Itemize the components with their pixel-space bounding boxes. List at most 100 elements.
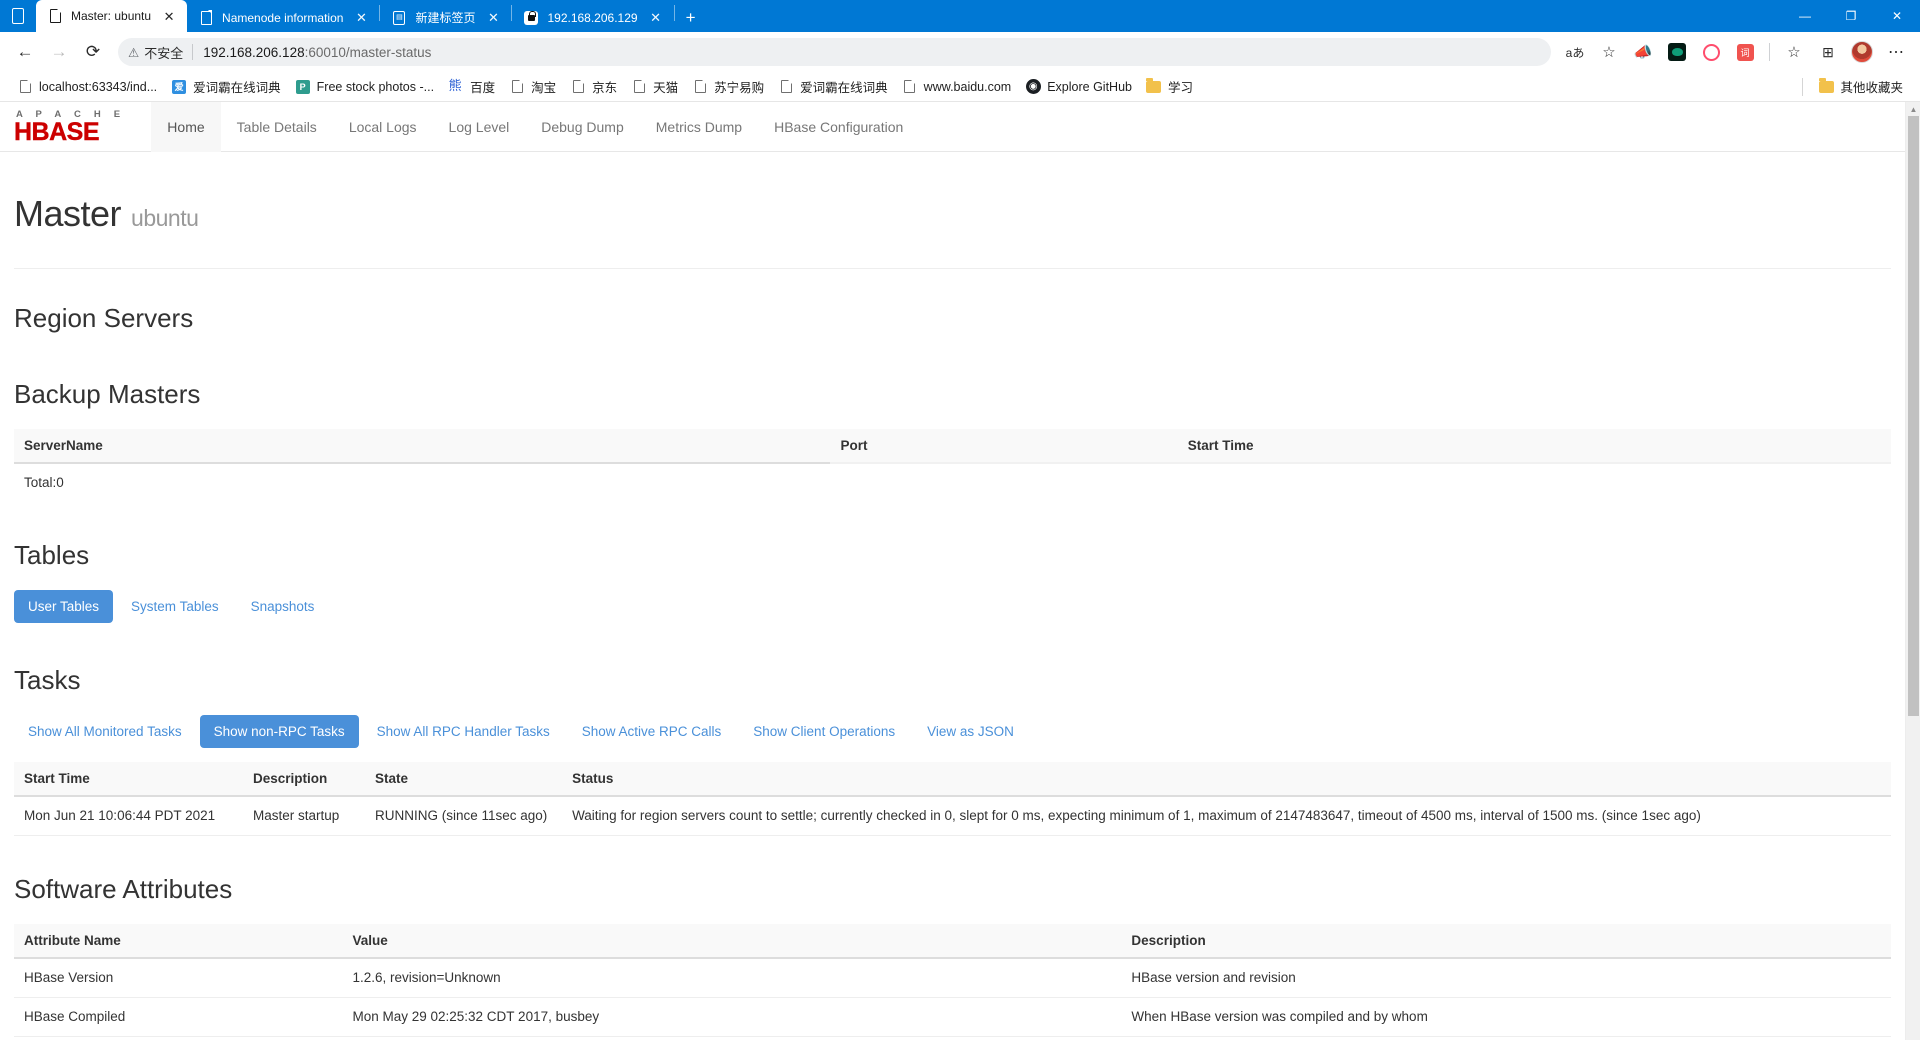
bookmark-item[interactable]: 天猫: [624, 74, 685, 99]
nav-item-local-logs[interactable]: Local Logs: [333, 102, 433, 152]
read-aloud-icon[interactable]: aあ: [1559, 36, 1591, 68]
nav-item-table-details[interactable]: Table Details: [221, 102, 333, 152]
url-host: 192.168.206.128: [203, 44, 305, 60]
section-heading-tasks: Tasks: [14, 665, 81, 695]
column-header-start-time: Start Time: [1177, 429, 1891, 464]
page-icon: [17, 79, 33, 95]
page-viewport: A P A C H E HBASE Home Table Details Loc…: [0, 102, 1920, 1040]
tab-show-all-monitored-tasks[interactable]: Show All Monitored Tasks: [14, 715, 196, 748]
hbase-logo[interactable]: A P A C H E HBASE: [14, 109, 125, 146]
omnibox-divider: [192, 44, 194, 60]
tab-snapshots[interactable]: Snapshots: [237, 590, 329, 623]
bookmark-item[interactable]: 学习: [1139, 74, 1200, 99]
collections-icon[interactable]: ⊞: [1812, 36, 1844, 68]
other-favorites-button[interactable]: 其他收藏夹: [1811, 74, 1910, 99]
tab-show-active-rpc-calls[interactable]: Show Active RPC Calls: [568, 715, 736, 748]
browser-tab-0[interactable]: Master: ubuntu ✕: [36, 0, 188, 32]
tab-title: Namenode information: [222, 10, 344, 25]
bookmark-item[interactable]: P Free stock photos -...: [288, 76, 441, 98]
tab-show-client-operations[interactable]: Show Client Operations: [739, 715, 909, 748]
tab-title: 新建标签页: [415, 11, 476, 25]
tab-view-as-json[interactable]: View as JSON: [913, 715, 1028, 748]
attribute-value: 1.2.6, revision=Unknown: [342, 958, 1122, 998]
browser-tab-2[interactable]: ▤ 新建标签页 ✕: [380, 3, 511, 32]
hbase-nav-links: Home Table Details Local Logs Log Level …: [151, 102, 919, 152]
nav-item-metrics-dump[interactable]: Metrics Dump: [640, 102, 758, 152]
tables-tab-group: User Tables System Tables Snapshots: [14, 590, 1891, 623]
tab-user-tables[interactable]: User Tables: [14, 590, 114, 623]
scrollbar-thumb[interactable]: [1908, 116, 1919, 716]
page-icon: [198, 10, 214, 26]
bookmark-item[interactable]: 淘宝: [502, 74, 563, 99]
close-icon[interactable]: ✕: [351, 8, 371, 28]
column-header-description: Description: [242, 762, 365, 797]
extension-translate-icon[interactable]: 词: [1729, 36, 1761, 68]
table-head: Attribute Name Value Description: [14, 924, 1891, 959]
settings-more-icon[interactable]: ⋯: [1880, 36, 1912, 68]
table-row: HBase Compiled Mon May 29 02:25:32 CDT 2…: [14, 997, 1891, 1037]
add-favorite-icon[interactable]: ☆: [1593, 36, 1625, 68]
nav-item-home[interactable]: Home: [151, 102, 221, 152]
new-tab-button[interactable]: +: [675, 3, 707, 32]
reload-button[interactable]: ⟳: [76, 35, 110, 69]
browser-window: Master: ubuntu ✕ Namenode information ✕ …: [0, 0, 1920, 1040]
tab-show-non-rpc-tasks[interactable]: Show non-RPC Tasks: [199, 715, 359, 748]
browser-toolbar: ← → ⟳ ⚠ 不安全 192.168.206.128:60010/master…: [0, 32, 1920, 72]
extension-megaphone-icon[interactable]: 📣: [1627, 36, 1659, 68]
address-bar[interactable]: ⚠ 不安全 192.168.206.128:60010/master-statu…: [118, 38, 1551, 66]
attribute-name: HBase Compiled: [14, 997, 343, 1037]
bookmark-item[interactable]: 苏宁易购: [685, 74, 771, 99]
nav-item-debug-dump[interactable]: Debug Dump: [525, 102, 640, 152]
page-scrollbar[interactable]: ▲: [1905, 102, 1920, 1040]
tab-search-icon[interactable]: [0, 0, 36, 32]
task-start-time: Mon Jun 21 10:06:44 PDT 2021: [14, 796, 243, 836]
bookmark-label: localhost:63343/ind...: [39, 79, 158, 94]
table-row: HBase Version 1.2.6, revision=Unknown HB…: [14, 958, 1891, 998]
forward-button[interactable]: →: [42, 35, 76, 69]
bookmark-item[interactable]: 京东: [563, 74, 624, 99]
nav-item-hbase-configuration[interactable]: HBase Configuration: [758, 102, 919, 152]
page-icon: [902, 79, 918, 95]
toolbar-icons: aあ ☆ 📣 词 ☆ ⊞ ⋯: [1559, 36, 1912, 68]
section-heading-tables: Tables: [14, 540, 90, 570]
tasks-tab-group: Show All Monitored Tasks Show non-RPC Ta…: [14, 715, 1891, 748]
newtab-icon: ▤: [391, 10, 407, 26]
tab-title: 192.168.206.129: [547, 10, 638, 25]
bookmark-item[interactable]: 爱词霸在线词典: [771, 74, 895, 99]
close-window-button[interactable]: ✕: [1874, 0, 1920, 32]
close-icon[interactable]: ✕: [646, 8, 666, 28]
maximize-button[interactable]: ❐: [1828, 0, 1874, 32]
bookmark-item[interactable]: www.baidu.com: [895, 76, 1019, 98]
attribute-description: HBase version and revision: [1121, 958, 1891, 998]
folder-icon: [1146, 77, 1162, 95]
extension-ring-icon[interactable]: [1695, 36, 1727, 68]
nav-item-log-level[interactable]: Log Level: [433, 102, 526, 152]
bookmark-item[interactable]: 熊百度: [441, 74, 502, 99]
close-icon[interactable]: ✕: [159, 6, 179, 26]
table-body: Mon Jun 21 10:06:44 PDT 2021 Master star…: [14, 796, 1891, 836]
browser-tab-3[interactable]: 192.168.206.129 ✕: [512, 3, 673, 32]
bookmark-label: 学习: [1167, 81, 1193, 95]
security-status-label: 不安全: [144, 45, 184, 61]
browser-tab-1[interactable]: Namenode information ✕: [187, 3, 379, 32]
hbase-logo-hbase: HBASE: [14, 118, 100, 146]
bookmark-label: 爱词霸在线词典: [800, 81, 888, 95]
bookmark-label: www.baidu.com: [923, 79, 1012, 94]
url-path: :60010/master-status: [304, 44, 432, 60]
profile-avatar[interactable]: [1846, 36, 1878, 68]
minimize-button[interactable]: —: [1782, 0, 1828, 32]
scroll-up-arrow-icon[interactable]: ▲: [1906, 104, 1920, 115]
bookmark-item[interactable]: localhost:63343/ind...: [10, 76, 164, 98]
bookmark-item[interactable]: 爱爱词霸在线词典: [164, 74, 288, 99]
tab-show-all-rpc-handler-tasks[interactable]: Show All RPC Handler Tasks: [363, 715, 564, 748]
favorites-list-icon[interactable]: ☆: [1778, 36, 1810, 68]
tab-system-tables[interactable]: System Tables: [117, 590, 233, 623]
column-header-status: Status: [562, 762, 1891, 797]
extension-green-icon[interactable]: [1661, 36, 1693, 68]
bookmark-item[interactable]: ◉ Explore GitHub: [1018, 76, 1139, 98]
toolbar-divider: [1769, 43, 1770, 61]
section-heading-backup-masters: Backup Masters: [14, 379, 201, 409]
close-icon[interactable]: ✕: [483, 8, 503, 28]
back-button[interactable]: ←: [8, 35, 42, 69]
bookmark-label: 百度: [470, 81, 496, 95]
